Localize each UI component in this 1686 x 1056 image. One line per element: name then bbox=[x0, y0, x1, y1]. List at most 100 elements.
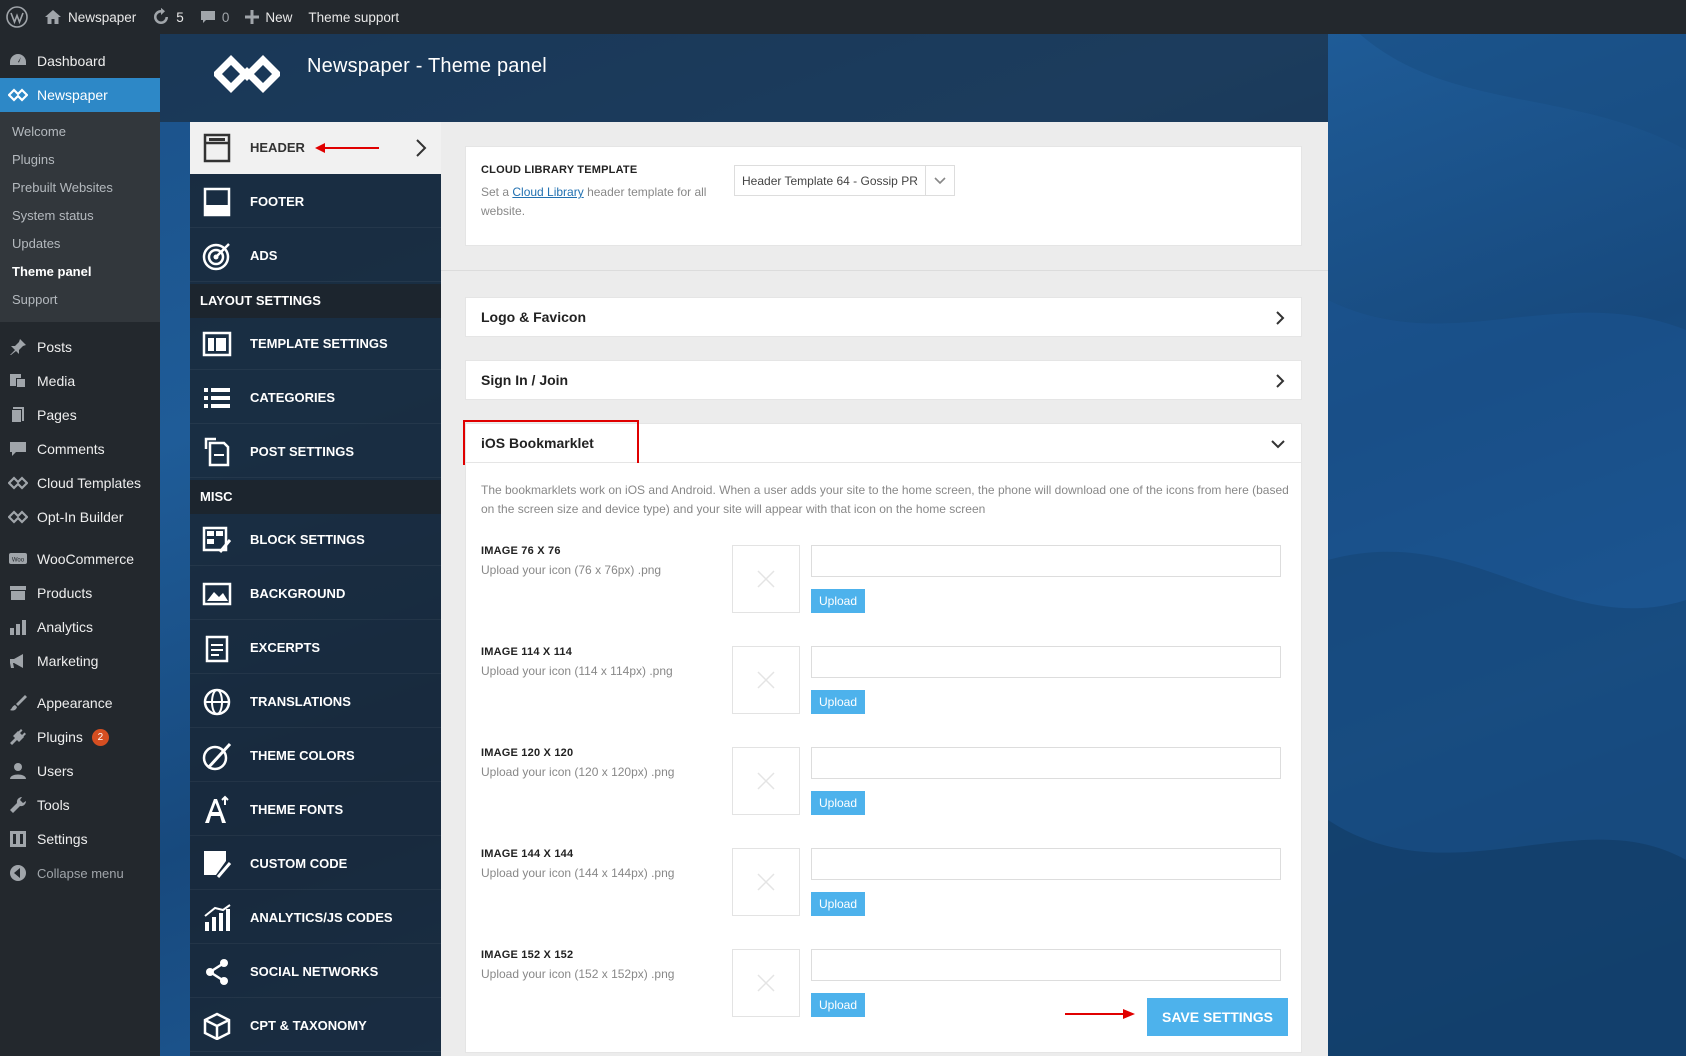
image-url-input[interactable] bbox=[811, 747, 1281, 779]
section-logo-favicon[interactable]: Logo & Favicon bbox=[465, 297, 1302, 337]
site-name-link[interactable]: Newspaper bbox=[36, 0, 144, 34]
menu-comments[interactable]: Comments bbox=[0, 432, 160, 466]
nav-excerpts[interactable]: EXCERPTS bbox=[190, 622, 441, 674]
megaphone-icon bbox=[10, 654, 23, 668]
settings-content: CLOUD LIBRARY TEMPLATE Set a Cloud Libra… bbox=[441, 122, 1328, 1056]
menu-cloud-templates[interactable]: Cloud Templates bbox=[0, 466, 160, 500]
list-icon bbox=[200, 381, 234, 415]
image-url-input[interactable] bbox=[811, 545, 1281, 577]
menu-tools[interactable]: Tools bbox=[0, 788, 160, 822]
menu-appearance-label: Appearance bbox=[37, 695, 113, 711]
block-settings-icon bbox=[200, 523, 234, 557]
submenu-support[interactable]: Support bbox=[0, 286, 160, 314]
divider bbox=[441, 270, 1328, 271]
theme-support-link[interactable]: Theme support bbox=[300, 0, 407, 34]
nav-ads[interactable]: ADS bbox=[190, 230, 441, 282]
nav-template-settings[interactable]: TEMPLATE SETTINGS bbox=[190, 318, 441, 370]
menu-newspaper[interactable]: Newspaper bbox=[0, 78, 160, 112]
nav-header[interactable]: HEADER bbox=[190, 122, 441, 174]
menu-settings[interactable]: Settings bbox=[0, 822, 160, 856]
image-url-input[interactable] bbox=[811, 949, 1281, 981]
image-preview bbox=[732, 646, 800, 714]
comments-count: 0 bbox=[221, 9, 230, 25]
upload-button[interactable]: Upload bbox=[811, 892, 865, 916]
menu-appearance[interactable]: Appearance bbox=[0, 686, 160, 720]
menu-posts[interactable]: Posts bbox=[0, 330, 160, 364]
image-url-input[interactable] bbox=[811, 848, 1281, 880]
nav-categories-label: CATEGORIES bbox=[250, 390, 335, 405]
menu-pages-label: Pages bbox=[37, 407, 77, 423]
new-content-link[interactable]: New bbox=[237, 0, 300, 34]
menu-users[interactable]: Users bbox=[0, 754, 160, 788]
menu-plugins[interactable]: Plugins 2 bbox=[0, 720, 160, 754]
cloud-template-select[interactable]: Header Template 64 - Gossip PR bbox=[734, 165, 955, 196]
nav-template-settings-label: TEMPLATE SETTINGS bbox=[250, 336, 388, 351]
nav-social-networks[interactable]: SOCIAL NETWORKS bbox=[190, 946, 441, 998]
admin-bar: Newspaper 5 0 New Theme support bbox=[0, 0, 1686, 34]
submenu-prebuilt-websites[interactable]: Prebuilt Websites bbox=[0, 174, 160, 202]
updates-link[interactable]: 5 bbox=[144, 0, 192, 34]
placeholder-x-icon bbox=[757, 772, 775, 790]
nav-analytics[interactable]: ANALYTICS/JS CODES bbox=[190, 892, 441, 944]
red-arrow-annotation bbox=[314, 142, 379, 153]
nav-footer[interactable]: FOOTER bbox=[190, 176, 441, 228]
upload-button[interactable]: Upload bbox=[811, 791, 865, 815]
nav-custom-code-label: CUSTOM CODE bbox=[250, 856, 348, 871]
save-settings-button[interactable]: SAVE SETTINGS bbox=[1147, 998, 1288, 1036]
nav-cpt-taxonomy[interactable]: CPT & TAXONOMY bbox=[190, 1000, 441, 1052]
submenu-system-status[interactable]: System status bbox=[0, 202, 160, 230]
nav-theme-fonts[interactable]: THEME FONTS bbox=[190, 784, 441, 836]
menu-dashboard[interactable]: Dashboard bbox=[0, 44, 160, 78]
nav-post-settings[interactable]: POST SETTINGS bbox=[190, 426, 441, 478]
submenu-theme-panel[interactable]: Theme panel bbox=[0, 258, 160, 286]
menu-woocommerce[interactable]: Woo WooCommerce bbox=[0, 542, 160, 576]
menu-media[interactable]: Media bbox=[0, 364, 160, 398]
nav-theme-colors[interactable]: THEME COLORS bbox=[190, 730, 441, 782]
menu-opt-in-builder[interactable]: Opt-In Builder bbox=[0, 500, 160, 534]
new-label: New bbox=[265, 9, 293, 25]
upload-button[interactable]: Upload bbox=[811, 690, 865, 714]
nav-categories[interactable]: CATEGORIES bbox=[190, 372, 441, 424]
upload-button[interactable]: Upload bbox=[811, 589, 865, 613]
nav-translations-label: TRANSLATIONS bbox=[250, 694, 351, 709]
submenu-welcome[interactable]: Welcome bbox=[0, 118, 160, 146]
collapse-menu-button[interactable]: Collapse menu bbox=[0, 856, 160, 890]
plus-icon bbox=[245, 10, 260, 24]
cloud-library-description: Set a Cloud Library header template for … bbox=[481, 183, 711, 221]
media-icon bbox=[10, 374, 26, 388]
site-name: Newspaper bbox=[68, 9, 137, 25]
image-upload-row: IMAGE 120 X 120 Upload your icon (120 x … bbox=[481, 747, 1291, 841]
nav-custom-code[interactable]: CUSTOM CODE bbox=[190, 838, 441, 890]
wp-logo-menu[interactable] bbox=[0, 0, 36, 34]
menu-cloud-templates-label: Cloud Templates bbox=[37, 475, 142, 491]
nav-translations[interactable]: TRANSLATIONS bbox=[190, 676, 441, 728]
nav-block-settings[interactable]: BLOCK SETTINGS bbox=[190, 514, 441, 566]
upload-button[interactable]: Upload bbox=[811, 993, 865, 1017]
code-edit-icon bbox=[200, 847, 234, 881]
section-sign-in-join[interactable]: Sign In / Join bbox=[465, 360, 1302, 400]
nav-background[interactable]: BACKGROUND bbox=[190, 568, 441, 620]
chevron-right-icon bbox=[1276, 311, 1285, 325]
image-upload-row: IMAGE 144 X 144 Upload your icon (144 x … bbox=[481, 848, 1291, 942]
comments-link[interactable]: 0 bbox=[192, 0, 238, 34]
cloud-library-link[interactable]: Cloud Library bbox=[512, 185, 583, 199]
menu-pages[interactable]: Pages bbox=[0, 398, 160, 432]
placeholder-x-icon bbox=[757, 570, 775, 588]
theme-panel-header bbox=[160, 34, 1328, 122]
menu-analytics[interactable]: Analytics bbox=[0, 610, 160, 644]
page-title: Newspaper - Theme panel bbox=[307, 55, 547, 77]
nav-ads-label: ADS bbox=[250, 248, 278, 263]
image-preview bbox=[732, 848, 800, 916]
wordpress-icon bbox=[6, 6, 28, 28]
image-url-input[interactable] bbox=[811, 646, 1281, 678]
ios-bookmarklet-panel: The bookmarklets work on iOS and Android… bbox=[465, 463, 1302, 1053]
menu-plugins-label: Plugins bbox=[37, 729, 83, 745]
color-picker-icon bbox=[200, 739, 234, 773]
placeholder-x-icon bbox=[757, 974, 775, 992]
menu-marketing[interactable]: Marketing bbox=[0, 644, 160, 678]
menu-products[interactable]: Products bbox=[0, 576, 160, 610]
menu-woocommerce-label: WooCommerce bbox=[37, 551, 134, 567]
submenu-updates[interactable]: Updates bbox=[0, 230, 160, 258]
submenu-plugins[interactable]: Plugins bbox=[0, 146, 160, 174]
nav-social-networks-label: SOCIAL NETWORKS bbox=[250, 964, 379, 979]
